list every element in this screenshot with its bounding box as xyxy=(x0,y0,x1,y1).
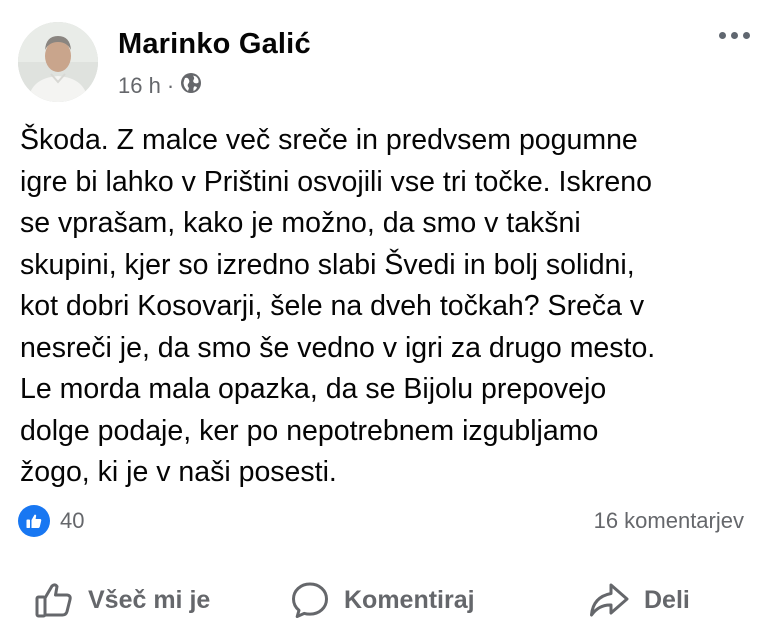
like-count[interactable]: 40 xyxy=(60,508,84,534)
post-stats: 40 16 komentarjev xyxy=(18,504,748,540)
share-button-label: Deli xyxy=(644,585,690,614)
comment-button-label: Komentiraj xyxy=(344,585,475,614)
share-button[interactable]: Deli xyxy=(588,578,690,622)
post-text-line: se vprašam, kako je možno, da smo v takš… xyxy=(20,207,581,239)
post-text-line: skupini, kjer so izredno slabi Švedi in … xyxy=(20,248,635,281)
avatar[interactable] xyxy=(18,22,98,102)
post-text-line: nesreči je, da smo še vedno v igri za dr… xyxy=(20,331,656,364)
post-header: Marinko Galić 16 h · xyxy=(18,20,750,102)
post-text-line: dolge podaje, ker po nepotrebnem izgublj… xyxy=(20,414,599,447)
facebook-post: Marinko Galić 16 h · Škoda. Z malce več … xyxy=(0,0,768,628)
post-text-line: igre bi lahko v Prištini osvojili vse tr… xyxy=(20,165,652,198)
more-options-icon[interactable] xyxy=(719,32,750,39)
share-arrow-icon xyxy=(588,580,630,620)
comment-count[interactable]: 16 komentarjev xyxy=(594,508,744,534)
author-name[interactable]: Marinko Galić xyxy=(118,28,311,61)
post-time[interactable]: 16 h xyxy=(118,73,161,99)
post-text-line: kot dobri Kosovarji, šele na dveh točkah… xyxy=(20,290,645,322)
post-text-line: Škoda. Z malce več sreče in predvsem pog… xyxy=(20,124,638,156)
post-meta: 16 h · xyxy=(118,72,202,100)
post-text-line: žogo, ki je v naši posesti. xyxy=(20,456,337,488)
thumbs-up-icon xyxy=(34,580,74,620)
meta-separator: · xyxy=(166,73,175,98)
post-text: Škoda. Z malce več sreče in predvsem pog… xyxy=(20,120,750,494)
avatar-image xyxy=(18,22,98,102)
post-text-line: Le morda mala opazka, da se Bijolu prepo… xyxy=(20,373,607,405)
like-reaction-icon[interactable] xyxy=(18,505,50,537)
comment-bubble-icon xyxy=(290,580,330,620)
post-actions: Všeč mi je Komentiraj Deli xyxy=(0,572,768,628)
like-button[interactable]: Všeč mi je xyxy=(34,578,210,622)
comment-button[interactable]: Komentiraj xyxy=(290,578,475,622)
like-button-label: Všeč mi je xyxy=(88,585,211,614)
globe-icon xyxy=(180,72,202,100)
